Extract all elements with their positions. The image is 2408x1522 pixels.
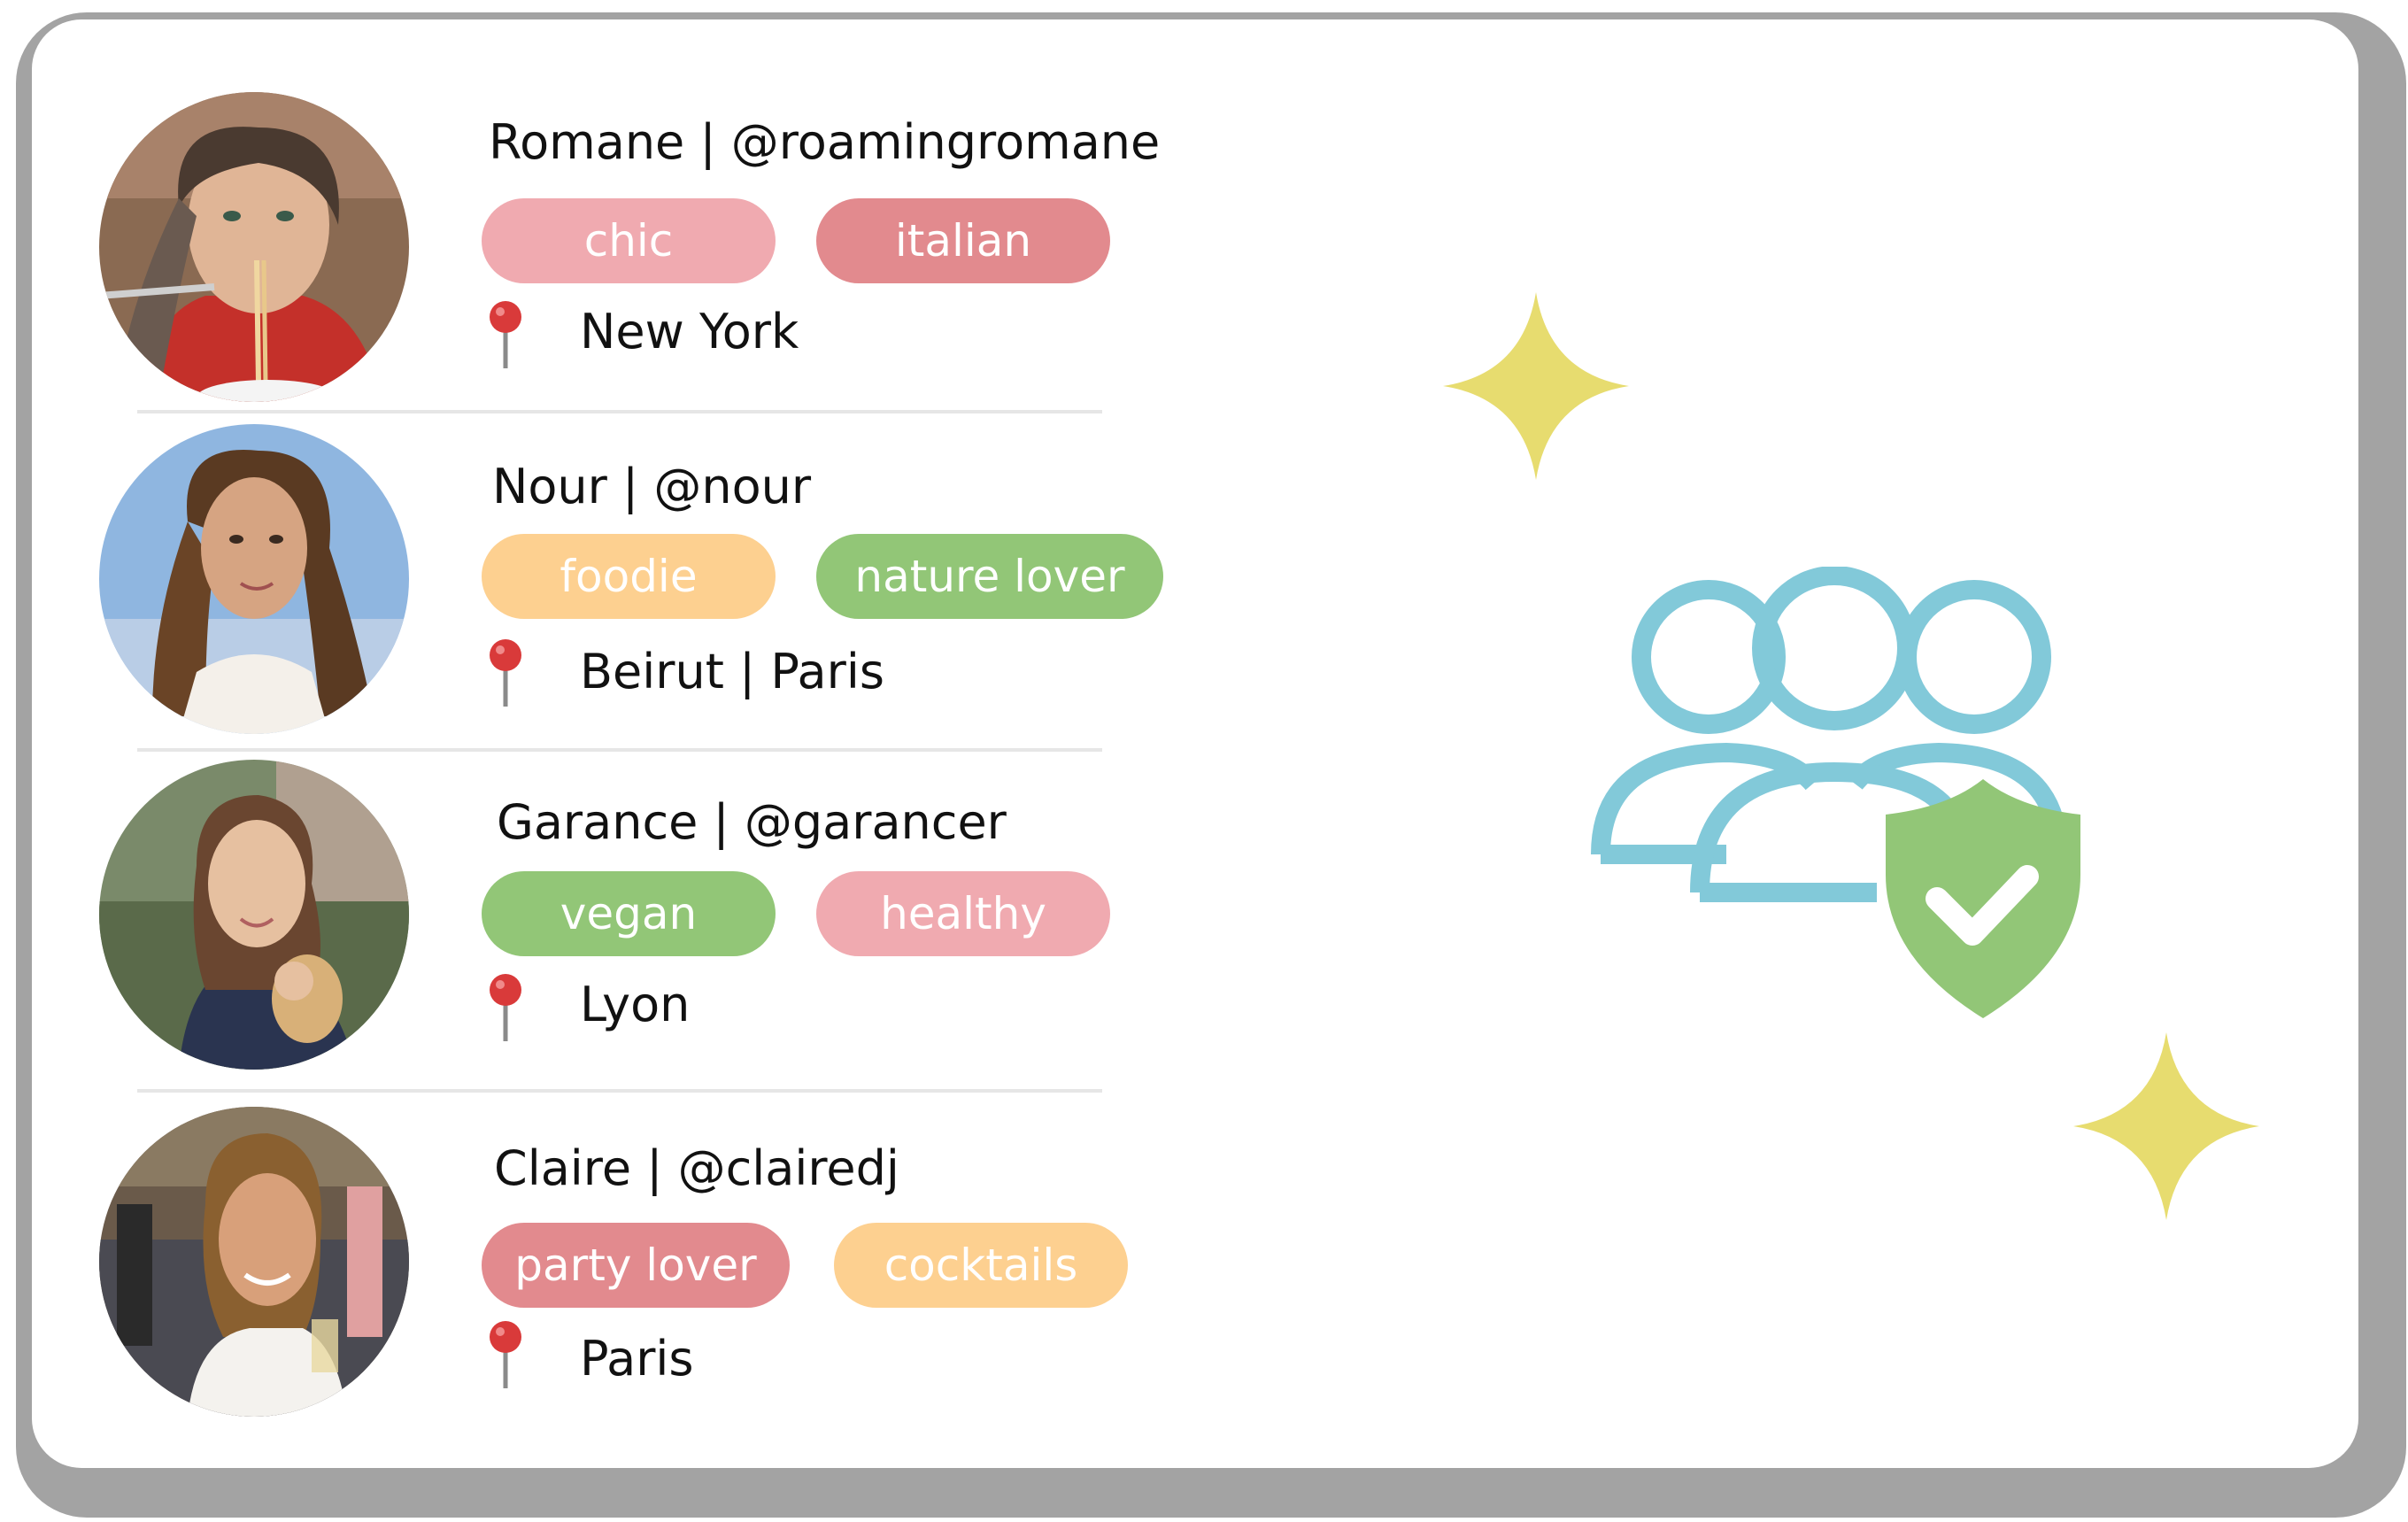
tag-label: vegan <box>560 888 698 939</box>
avatar-nour[interactable] <box>99 424 409 734</box>
tag-italian[interactable]: italian <box>816 198 1110 283</box>
tag-healthy[interactable]: healthy <box>816 871 1110 956</box>
pin-icon <box>490 1321 521 1388</box>
profile-name[interactable]: Nour | @nour <box>492 463 811 511</box>
profile-location: Lyon <box>580 977 691 1032</box>
profile-divider <box>137 410 1102 413</box>
profile-location: New York <box>580 304 799 359</box>
sparkle-icon <box>1443 292 1629 480</box>
sparkle-icon <box>2073 1032 2259 1220</box>
avatar-photo <box>99 424 409 734</box>
tag-label: italian <box>894 215 1032 267</box>
pin-icon <box>490 639 521 707</box>
profile-name[interactable]: Romane | @roamingromane <box>489 119 1160 166</box>
tag-label: healthy <box>880 888 1046 939</box>
tag-party-lover[interactable]: party lover <box>482 1223 790 1308</box>
avatar-romane[interactable] <box>99 92 409 402</box>
pin-icon <box>490 974 521 1041</box>
avatar-photo <box>99 92 409 402</box>
tag-label: party lover <box>514 1240 757 1291</box>
tag-label: foodie <box>560 551 698 602</box>
tag-label: chic <box>583 215 674 267</box>
avatar-photo <box>99 1107 409 1417</box>
profile-name[interactable]: Garance | @garancer <box>497 799 1007 846</box>
avatar-garance[interactable] <box>99 760 409 1070</box>
profile-divider <box>137 748 1102 752</box>
pin-icon <box>490 301 521 368</box>
avatar-photo <box>99 760 409 1070</box>
tag-cocktails[interactable]: cocktails <box>834 1223 1128 1308</box>
shield-check-icon <box>1886 779 2080 1018</box>
tag-chic[interactable]: chic <box>482 198 776 283</box>
tag-vegan[interactable]: vegan <box>482 871 776 956</box>
profile-location: Paris <box>580 1331 694 1387</box>
tag-nature-lover[interactable]: nature lover <box>816 534 1163 619</box>
profile-location: Beirut | Paris <box>580 644 884 699</box>
avatar-claire[interactable] <box>99 1107 409 1417</box>
profile-name[interactable]: Claire | @clairedj <box>494 1145 899 1193</box>
tag-label: nature lover <box>854 551 1125 602</box>
users-group-icon <box>1591 567 2080 1018</box>
tag-label: cocktails <box>884 1240 1078 1291</box>
profile-divider <box>137 1089 1102 1093</box>
tag-foodie[interactable]: foodie <box>482 534 776 619</box>
